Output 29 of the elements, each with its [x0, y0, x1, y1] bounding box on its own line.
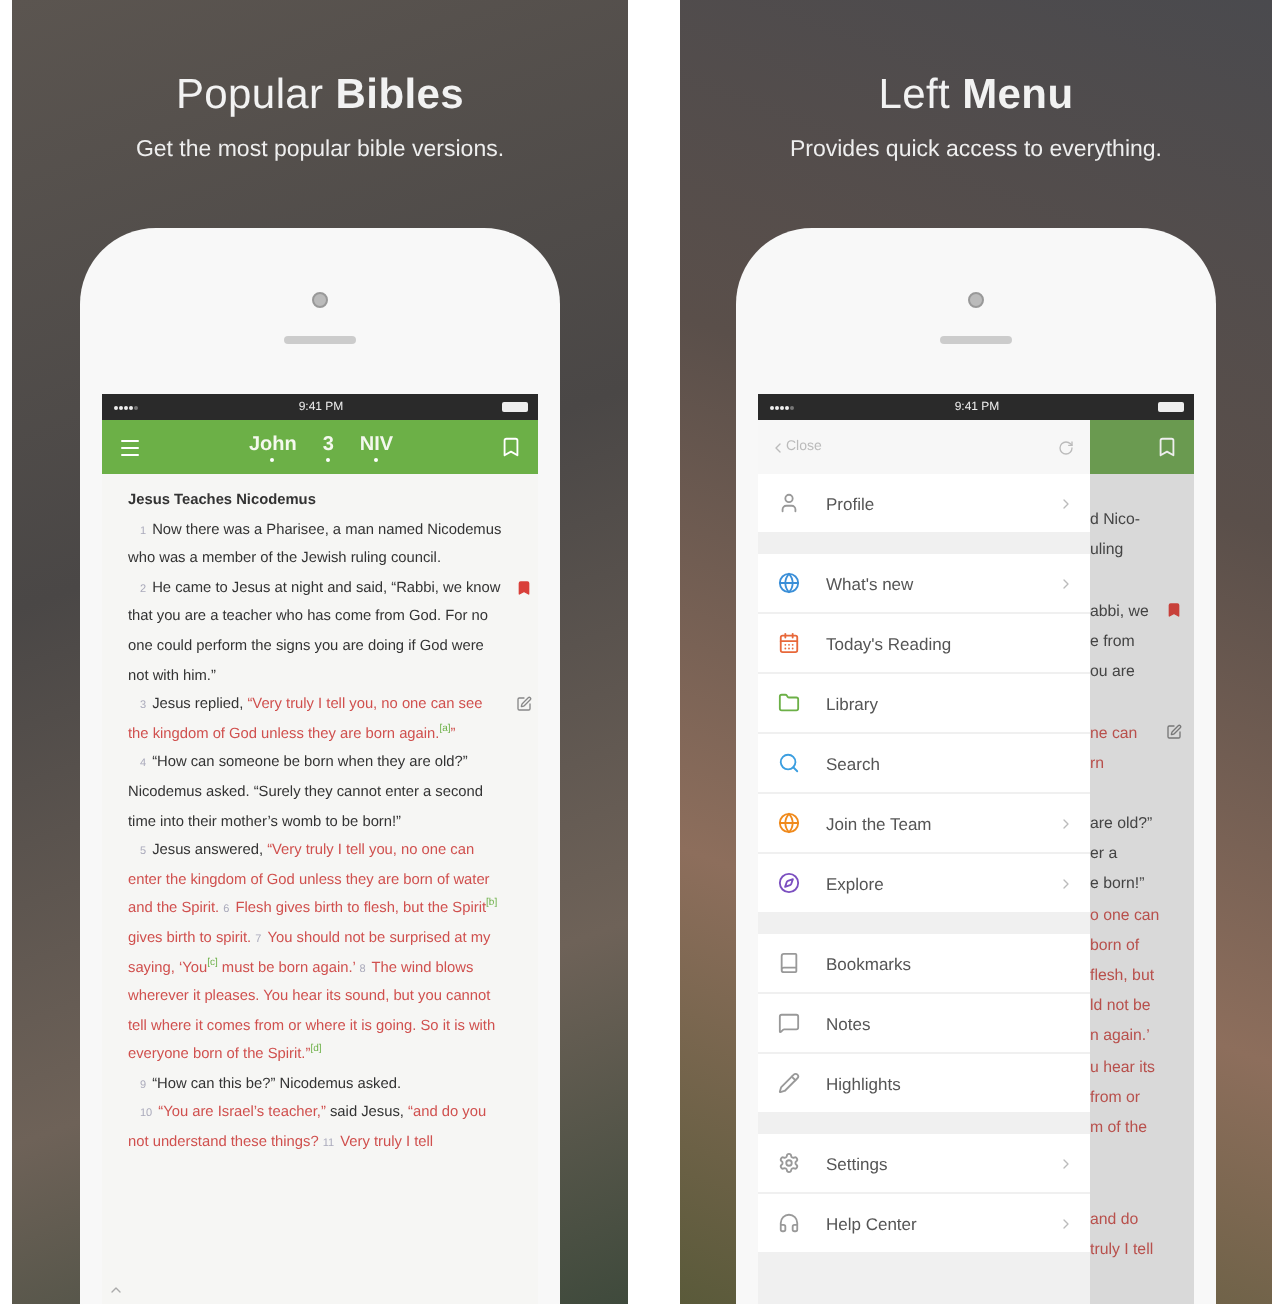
battery-icon [501, 402, 528, 412]
signal-icon [768, 403, 796, 411]
battery-icon [1157, 402, 1184, 412]
signal-icon [112, 403, 140, 411]
settings-icon [778, 1152, 800, 1174]
chevron-left-icon [770, 439, 786, 455]
globe-icon [778, 572, 800, 594]
chevron-up-icon[interactable] [108, 1282, 124, 1298]
speech-bubble-icon [778, 1012, 800, 1034]
book-icon [778, 952, 800, 974]
speaker-icon [284, 336, 356, 344]
camera-icon [968, 292, 984, 308]
bookmark-icon[interactable] [1156, 436, 1178, 458]
panel-heading: Popular Bibles [175, 72, 465, 120]
person-icon [778, 492, 800, 514]
pencil-icon [778, 1072, 800, 1094]
search-icon [778, 752, 800, 774]
compass-icon [778, 872, 800, 894]
refresh-icon[interactable] [1058, 439, 1074, 455]
folder-icon [778, 692, 800, 714]
panel-heading: Left Menu [878, 72, 1074, 120]
panel-subheading: Get the most popular bible versions. [135, 138, 505, 162]
headphones-icon [778, 1212, 800, 1234]
camera-icon [312, 292, 328, 308]
speaker-icon [940, 336, 1012, 344]
globe-icon [778, 812, 800, 834]
menu-icon[interactable] [118, 435, 142, 459]
calendar-icon [778, 632, 800, 654]
panel-subheading: Provides quick access to everything. [789, 138, 1162, 162]
